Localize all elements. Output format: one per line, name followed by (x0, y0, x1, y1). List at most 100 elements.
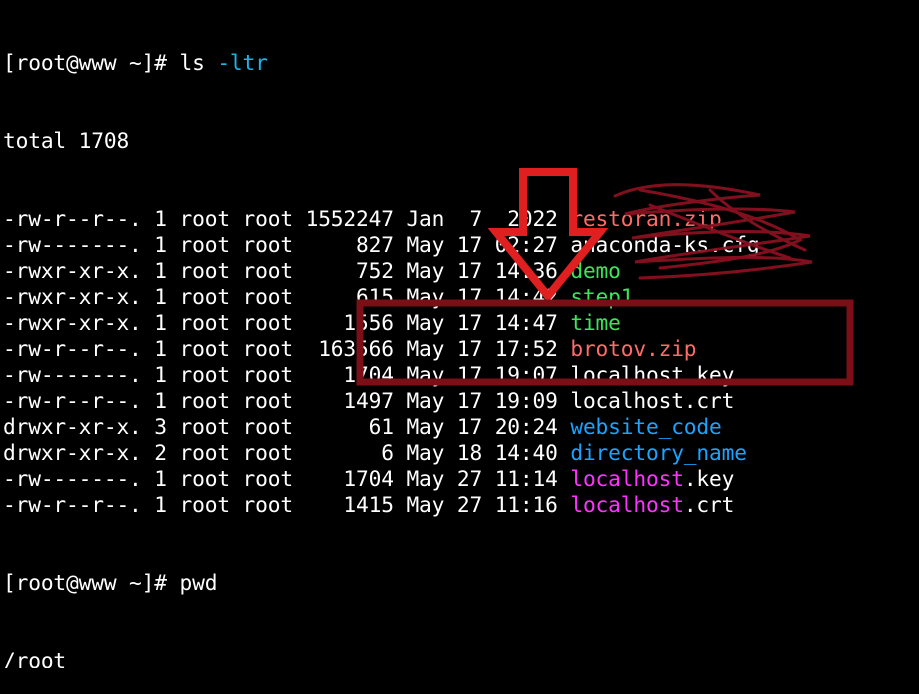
file-size: 827 (305, 232, 394, 257)
file-links: 1 (154, 466, 167, 491)
command-text: pwd (179, 570, 218, 595)
file-permissions: -rw-r--r--. (3, 206, 142, 231)
file-date: May 27 11:16 (406, 492, 558, 517)
file-row: -rw-r--r--. 1 root root 1497 May 17 19:0… (3, 388, 919, 414)
file-date: May 17 20:24 (406, 414, 558, 439)
file-row: -rw-r--r--. 1 root root 163566 May 17 17… (3, 336, 919, 362)
file-row: drwxr-xr-x. 2 root root 6 May 18 14:40 d… (3, 440, 919, 466)
file-group: root (242, 466, 294, 491)
file-owner: root (179, 388, 231, 413)
file-extension: .crt (683, 492, 735, 517)
file-links: 1 (154, 232, 167, 257)
file-permissions: -rw-r--r--. (3, 492, 142, 517)
file-group: root (242, 388, 294, 413)
file-size: 1497 (305, 388, 394, 413)
file-date: May 17 14:42 (406, 284, 558, 309)
file-owner: root (179, 336, 231, 361)
file-links: 1 (154, 492, 167, 517)
file-name[interactable]: restoran.zip (570, 206, 721, 231)
command-option: -ltr (217, 50, 268, 75)
total-line: total 1708 (3, 128, 130, 153)
file-date: May 17 19:07 (406, 362, 558, 387)
file-permissions: -rw-------. (3, 232, 142, 257)
file-links: 1 (154, 206, 167, 231)
file-size: 1704 (305, 466, 394, 491)
file-size: 1704 (305, 362, 394, 387)
file-name[interactable]: demo (570, 258, 621, 283)
file-date: May 18 14:40 (406, 440, 558, 465)
file-links: 1 (154, 284, 167, 309)
file-row: -rw-r--r--. 1 root root 1415 May 27 11:1… (3, 492, 919, 518)
file-listing: -rw-r--r--. 1 root root 1552247 Jan 7 20… (3, 206, 919, 518)
file-name[interactable]: localhost.crt (570, 388, 734, 413)
file-group: root (242, 310, 294, 335)
file-size: 61 (305, 414, 394, 439)
command-line-pwd: [root@www ~]# pwd (3, 570, 919, 596)
file-name[interactable]: brotov.zip (570, 336, 696, 361)
file-owner: root (179, 206, 231, 231)
file-date: May 17 17:52 (406, 336, 558, 361)
prompt: [root@www ~]# (3, 570, 180, 595)
file-name[interactable]: localhost (570, 466, 684, 491)
file-owner: root (179, 310, 231, 335)
file-group: root (242, 258, 294, 283)
file-row: -rwxr-xr-x. 1 root root 1556 May 17 14:4… (3, 310, 919, 336)
file-permissions: drwxr-xr-x. (3, 414, 142, 439)
file-row: -rw-------. 1 root root 1704 May 17 19:0… (3, 362, 919, 388)
file-row: drwxr-xr-x. 3 root root 61 May 17 20:24 … (3, 414, 919, 440)
file-row: -rw-r--r--. 1 root root 1552247 Jan 7 20… (3, 206, 919, 232)
file-permissions: -rw-------. (3, 362, 142, 387)
file-row: -rw-------. 1 root root 1704 May 27 11:1… (3, 466, 919, 492)
file-links: 1 (154, 310, 167, 335)
file-date: May 17 14:47 (406, 310, 558, 335)
file-links: 1 (154, 388, 167, 413)
prompt: [root@www ~]# (3, 50, 180, 75)
file-name[interactable]: localhost.key (570, 362, 734, 387)
file-row: -rw-------. 1 root root 827 May 17 02:27… (3, 232, 919, 258)
file-size: 1415 (305, 492, 394, 517)
file-name[interactable]: anaconda-ks.cfg (570, 232, 759, 257)
file-group: root (242, 232, 294, 257)
file-links: 2 (154, 440, 167, 465)
file-permissions: -rwxr-xr-x. (3, 284, 142, 309)
file-date: May 27 11:14 (406, 466, 558, 491)
file-size: 1552247 (305, 206, 394, 231)
file-owner: root (179, 440, 231, 465)
file-permissions: drwxr-xr-x. (3, 440, 142, 465)
file-group: root (242, 362, 294, 387)
file-name[interactable]: localhost (570, 492, 684, 517)
file-name[interactable]: step1 (570, 284, 633, 309)
file-name[interactable]: website_code (570, 414, 721, 439)
command-text: ls (179, 50, 218, 75)
file-owner: root (179, 492, 231, 517)
file-permissions: -rwxr-xr-x. (3, 310, 142, 335)
file-owner: root (179, 466, 231, 491)
file-group: root (242, 440, 294, 465)
file-size: 163566 (305, 336, 394, 361)
file-links: 1 (154, 362, 167, 387)
file-owner: root (179, 284, 231, 309)
file-owner: root (179, 362, 231, 387)
file-name[interactable]: directory_name (570, 440, 747, 465)
file-date: May 17 02:27 (406, 232, 558, 257)
file-group: root (242, 414, 294, 439)
file-group: root (242, 492, 294, 517)
file-group: root (242, 336, 294, 361)
file-owner: root (179, 414, 231, 439)
file-date: May 17 19:09 (406, 388, 558, 413)
file-date: Jan 7 2022 (406, 206, 558, 231)
file-permissions: -rw-r--r--. (3, 388, 142, 413)
file-group: root (242, 206, 294, 231)
file-date: May 17 14:36 (406, 258, 558, 283)
terminal-output[interactable]: [root@www ~]# ls -ltr total 1708 -rw-r--… (3, 0, 919, 668)
file-row: -rwxr-xr-x. 1 root root 615 May 17 14:42… (3, 284, 919, 310)
file-owner: root (179, 232, 231, 257)
file-size: 752 (305, 258, 394, 283)
file-name[interactable]: time (570, 310, 621, 335)
file-permissions: -rw-r--r--. (3, 336, 142, 361)
file-size: 6 (305, 440, 394, 465)
file-group: root (242, 284, 294, 309)
pwd-output: /root (3, 648, 67, 668)
file-extension: .key (683, 466, 735, 491)
file-permissions: -rwxr-xr-x. (3, 258, 142, 283)
